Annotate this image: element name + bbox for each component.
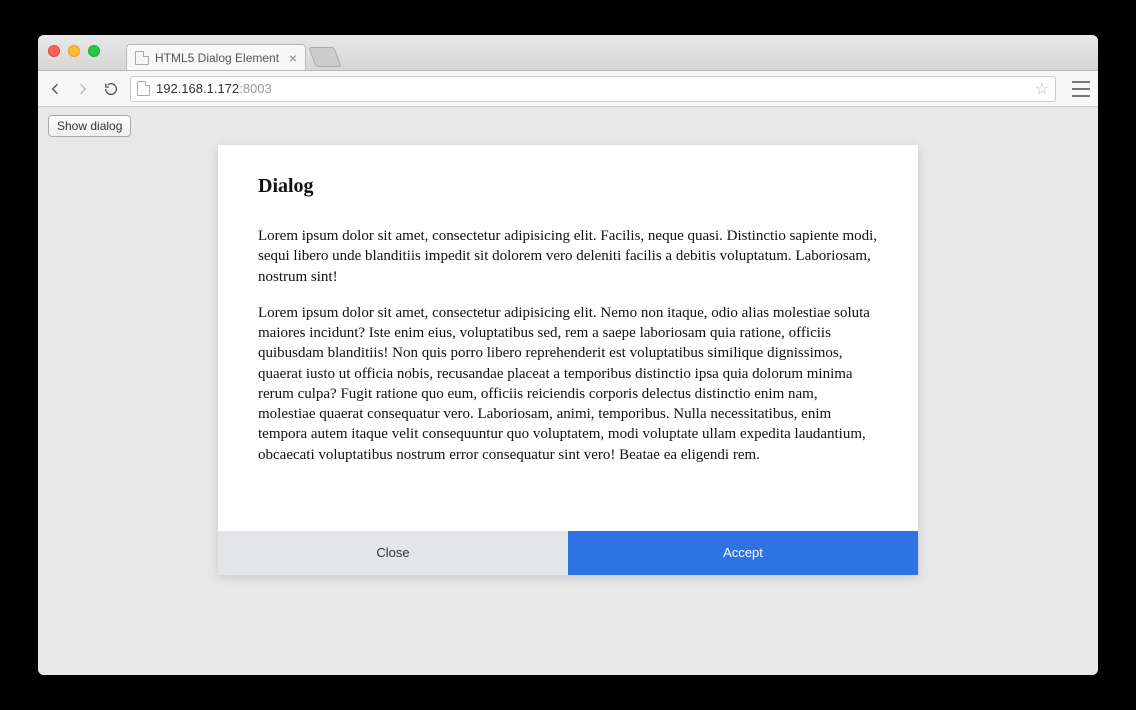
back-button[interactable]	[46, 80, 64, 98]
toolbar: 192.168.1.172:8003 ☆	[38, 71, 1098, 107]
window-close-button[interactable]	[48, 45, 60, 57]
forward-button[interactable]	[74, 80, 92, 98]
browser-menu-button[interactable]	[1072, 81, 1090, 97]
page-icon	[137, 81, 150, 96]
url-port: :8003	[239, 81, 272, 96]
address-bar[interactable]: 192.168.1.172:8003 ☆	[130, 76, 1056, 102]
new-tab-button[interactable]	[308, 47, 341, 67]
dialog-paragraph: Lorem ipsum dolor sit amet, consectetur …	[258, 226, 878, 287]
reload-icon	[103, 81, 119, 97]
hamburger-icon	[1072, 81, 1090, 83]
bookmark-star-icon[interactable]: ☆	[1035, 79, 1049, 99]
dialog-body: Dialog Lorem ipsum dolor sit amet, conse…	[218, 145, 918, 531]
dialog-title: Dialog	[258, 175, 878, 198]
window-maximize-button[interactable]	[88, 45, 100, 57]
arrow-right-icon	[75, 81, 91, 97]
page-icon	[135, 51, 149, 65]
browser-window: HTML5 Dialog Element × 192.168.1.172:800…	[38, 35, 1098, 675]
browser-tab[interactable]: HTML5 Dialog Element ×	[126, 44, 306, 70]
titlebar: HTML5 Dialog Element ×	[38, 35, 1098, 71]
url-text: 192.168.1.172:8003	[156, 81, 1029, 96]
dialog-actions: Close Accept	[218, 531, 918, 575]
tab-title: HTML5 Dialog Element	[155, 51, 279, 65]
arrow-left-icon	[47, 81, 63, 97]
close-button[interactable]: Close	[218, 531, 568, 575]
dialog-paragraph: Lorem ipsum dolor sit amet, consectetur …	[258, 303, 878, 465]
reload-button[interactable]	[102, 80, 120, 98]
accept-button[interactable]: Accept	[568, 531, 918, 575]
show-dialog-button[interactable]: Show dialog	[48, 115, 131, 137]
window-minimize-button[interactable]	[68, 45, 80, 57]
tab-close-icon[interactable]: ×	[289, 51, 297, 65]
window-controls	[48, 45, 100, 57]
page-viewport: Show dialog Dialog Lorem ipsum dolor sit…	[38, 107, 1098, 675]
url-host: 192.168.1.172	[156, 81, 239, 96]
dialog: Dialog Lorem ipsum dolor sit amet, conse…	[218, 145, 918, 575]
